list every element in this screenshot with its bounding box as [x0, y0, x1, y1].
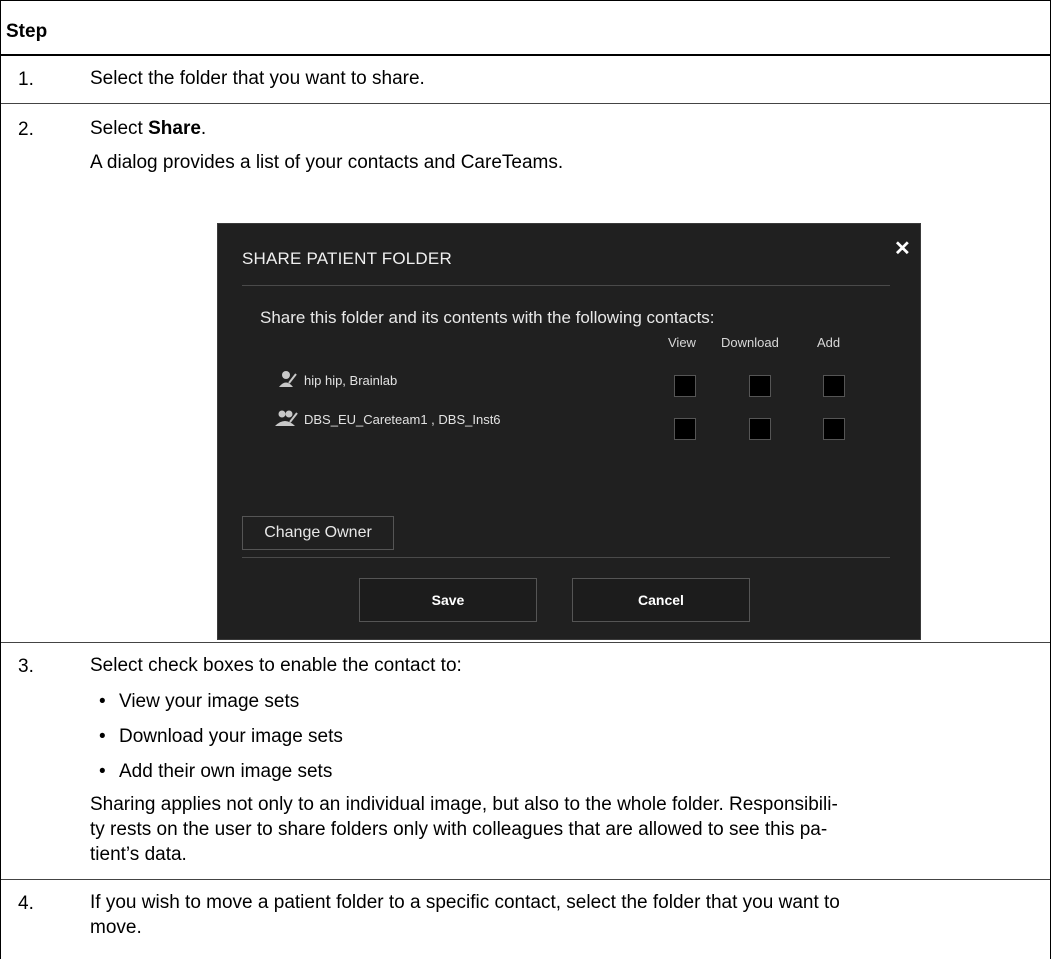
checkbox-add-contact-1[interactable] [823, 375, 845, 397]
step-2-line1: Select Share. [90, 118, 207, 139]
column-header-add: Add [817, 335, 841, 350]
save-button[interactable]: Save [359, 578, 537, 622]
step-3-number: 3. [18, 656, 34, 677]
bullet-icon: • [99, 761, 106, 782]
step-1-number: 1. [18, 69, 34, 90]
row-divider [1, 642, 1050, 643]
dialog-instruction: Share this folder and its contents with … [260, 308, 715, 327]
row-divider [1, 879, 1050, 880]
table-header: Step [1, 1, 1050, 56]
bullet-view: View your image sets [119, 691, 300, 712]
step-3-para-line1: Sharing applies not only to an individua… [90, 794, 838, 815]
bullet-download: Download your image sets [119, 726, 343, 747]
contact-name-1: hip hip, Brainlab [304, 373, 398, 388]
bullet-icon: • [99, 726, 106, 747]
close-icon[interactable]: ✕ [894, 236, 911, 261]
step-4-line1: If you wish to move a patient folder to … [90, 892, 840, 913]
dialog-title: SHARE PATIENT FOLDER [242, 249, 452, 268]
step-1-text: Select the folder that you want to share… [90, 68, 425, 89]
share-bold-label: Share [148, 118, 201, 139]
checkbox-download-contact-2[interactable] [749, 418, 771, 440]
header-step-label: Step [6, 21, 48, 42]
step-4-number: 4. [18, 893, 34, 914]
column-header-download: Download [721, 335, 779, 350]
step-3-para-line3: tient’s data. [90, 844, 187, 865]
bullet-icon: • [99, 691, 106, 712]
checkbox-view-contact-2[interactable] [674, 418, 696, 440]
step-2-number: 2. [18, 119, 34, 140]
step-2-line2: A dialog provides a list of your contact… [90, 152, 564, 173]
cancel-button[interactable]: Cancel [572, 578, 750, 622]
steps-table: Step 1. Select the folder that you want … [0, 0, 1051, 959]
checkbox-view-contact-1[interactable] [674, 375, 696, 397]
column-header-view: View [668, 335, 696, 350]
checkbox-download-contact-1[interactable] [749, 375, 771, 397]
checkbox-add-contact-2[interactable] [823, 418, 845, 440]
step-4-line2: move. [90, 917, 142, 938]
contact-name-2: DBS_EU_Careteam1 , DBS_Inst6 [304, 412, 501, 427]
change-owner-button[interactable]: Change Owner [242, 516, 394, 550]
dialog-footer-divider [242, 557, 890, 558]
row-divider [1, 103, 1050, 104]
dialog-divider [242, 285, 890, 286]
group-icon [275, 410, 298, 426]
user-icon [279, 371, 297, 387]
step-3-para-line2: ty rests on the user to share folders on… [90, 819, 828, 840]
bullet-add: Add their own image sets [119, 761, 333, 782]
step-3-line1: Select check boxes to enable the contact… [90, 655, 462, 676]
share-patient-folder-dialog: SHARE PATIENT FOLDER ✕ Share this folder… [217, 223, 921, 640]
